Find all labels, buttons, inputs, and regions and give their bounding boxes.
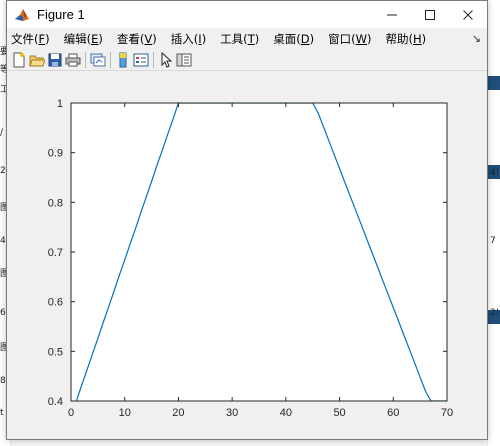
link-plot-button[interactable] xyxy=(89,51,107,69)
y-tick-label: 0.5 xyxy=(48,346,63,358)
figure-canvas: 0 10 20 30 40 50 60 70 0.4 0.5 0.6 0.7 0.8 0.9 1 xyxy=(7,71,487,439)
print-button[interactable] xyxy=(64,51,82,69)
line-chart: 0 10 20 30 40 50 60 70 0.4 0.5 0.6 0.7 0.8 0.9 1 xyxy=(48,98,453,419)
y-tick-label: 0.7 xyxy=(48,247,63,259)
menu-view[interactable]: 查看(V) xyxy=(117,31,157,47)
y-tick-label: 0.8 xyxy=(48,197,63,209)
new-figure-icon xyxy=(13,52,25,68)
x-tick-label: 50 xyxy=(333,407,345,419)
x-tick-label: 70 xyxy=(441,407,453,419)
x-tick-label: 60 xyxy=(387,407,399,419)
minimize-icon xyxy=(387,14,397,15)
open-file-button[interactable] xyxy=(28,51,46,69)
insert-colorbar-button[interactable] xyxy=(114,51,132,69)
menu-file[interactable]: 文件(F) xyxy=(11,31,50,47)
menu-edit[interactable]: 编辑(E) xyxy=(64,31,103,47)
window-controls xyxy=(373,1,487,28)
save-button[interactable] xyxy=(46,51,64,69)
menu-bar: 文件(F) 编辑(E) 查看(V) 插入(I) 工具(T) 桌面(D) 窗口(W… xyxy=(7,28,487,50)
x-tick-label: 10 xyxy=(119,407,131,419)
y-tick-label: 1 xyxy=(57,98,63,110)
insert-legend-button[interactable] xyxy=(132,51,150,69)
background-text-fragment: 8 xyxy=(0,376,6,386)
maximize-icon xyxy=(425,9,435,20)
insert-colorbar-icon xyxy=(119,52,127,68)
figure-toolbar xyxy=(7,50,487,71)
maximize-button[interactable] xyxy=(411,1,449,28)
menu-window[interactable]: 窗口(W) xyxy=(328,31,371,47)
background-text-fragment: t xyxy=(0,408,4,418)
menu-help[interactable]: 帮助(H) xyxy=(385,31,426,47)
y-tick-label: 0.4 xyxy=(48,396,63,408)
toolbar-separator xyxy=(110,52,111,68)
open-file-icon xyxy=(29,55,45,67)
background-text-fragment: 7 xyxy=(490,236,496,246)
link-plot-icon xyxy=(90,53,106,67)
toolbar-separator xyxy=(85,52,86,68)
menu-insert[interactable]: 插入(I) xyxy=(171,31,206,47)
figure-window: Figure 1 文件(F) 编辑(E) 查看(V) 插入(I) 工具(T) 桌… xyxy=(6,0,488,440)
background-accent-block xyxy=(488,76,500,90)
menu-tools[interactable]: 工具(T) xyxy=(220,31,259,47)
edit-plot-button[interactable] xyxy=(157,51,175,69)
x-tick-label: 40 xyxy=(280,407,292,419)
save-icon xyxy=(48,53,62,67)
window-title: Figure 1 xyxy=(37,7,85,22)
y-tick-label: 0.6 xyxy=(48,297,63,309)
property-inspector-button[interactable] xyxy=(175,51,193,69)
matlab-logo-icon xyxy=(14,6,30,23)
insert-legend-icon xyxy=(133,53,149,67)
y-tick-label: 0.9 xyxy=(48,148,63,160)
background-text-fragment: 2 xyxy=(0,166,6,176)
x-tick-label: 30 xyxy=(226,407,238,419)
background-text-fragment: 2! xyxy=(490,308,500,318)
close-icon xyxy=(463,9,473,20)
background-text-fragment: 4! xyxy=(490,168,500,178)
minimize-button[interactable] xyxy=(373,1,411,28)
title-bar[interactable]: Figure 1 xyxy=(7,1,487,28)
print-icon xyxy=(65,53,81,67)
background-text-fragment: ∕ xyxy=(0,128,4,138)
menu-dock-arrow-icon[interactable]: ↘ xyxy=(472,32,481,45)
menu-desktop[interactable]: 桌面(D) xyxy=(273,31,314,47)
close-button[interactable] xyxy=(449,1,487,28)
toolbar-separator xyxy=(153,52,154,68)
background-text-fragment: 4 xyxy=(0,236,6,246)
new-figure-button[interactable] xyxy=(10,51,28,69)
edit-plot-icon xyxy=(161,52,172,68)
x-tick-label: 0 xyxy=(68,407,74,419)
x-tick-label: 20 xyxy=(172,407,184,419)
background-text-fragment: 6 xyxy=(0,308,6,318)
property-inspector-icon xyxy=(176,53,192,67)
background-right-panel xyxy=(487,0,500,446)
